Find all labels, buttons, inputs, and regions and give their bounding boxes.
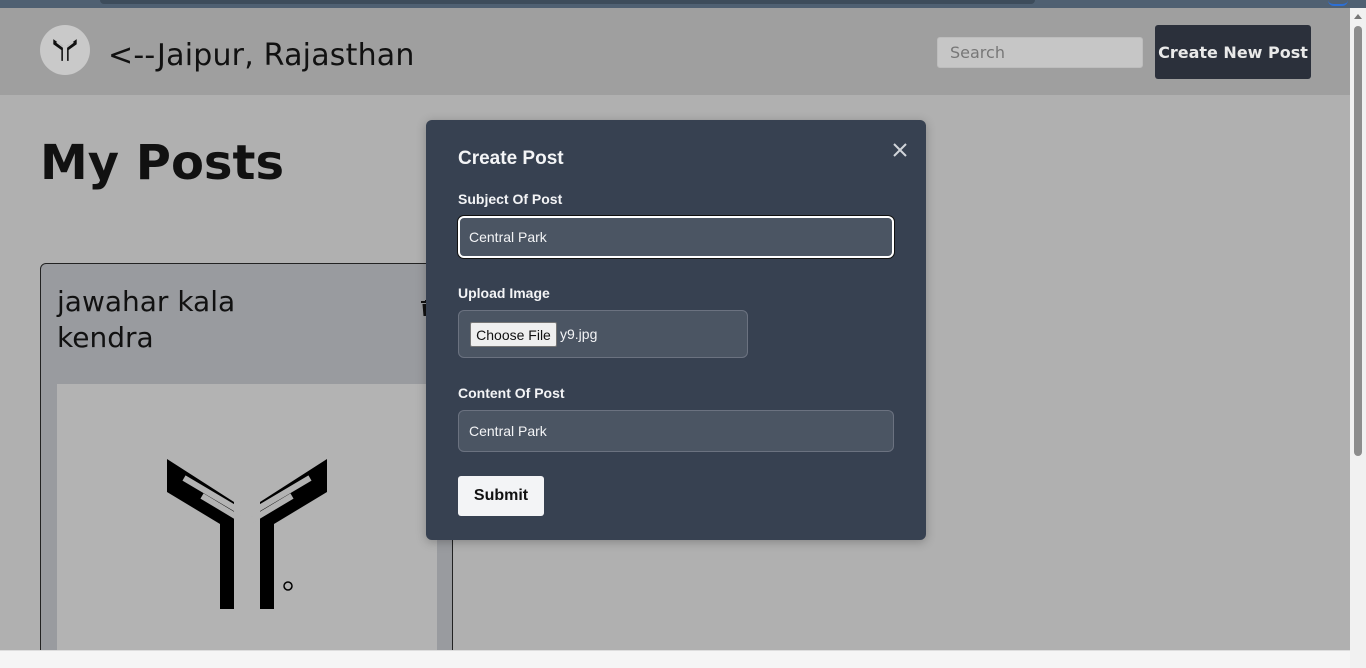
post-title: jawahar kala kendra: [57, 285, 236, 354]
scrollbar[interactable]: [1350, 8, 1366, 668]
post-card[interactable]: jawahar kala kendra: [40, 263, 453, 668]
page-title: My Posts: [40, 135, 285, 191]
browser-top-strip: [0, 0, 1366, 8]
content-input[interactable]: Central Park: [458, 410, 894, 452]
location-text: <--Jaipur, Rajasthan: [108, 38, 415, 73]
selected-file-name: y9.jpg: [560, 326, 598, 342]
navbar: <--Jaipur, Rajasthan Search Create New P…: [0, 8, 1350, 95]
ymca-logo-icon: [167, 459, 327, 609]
modal-title: Create Post: [458, 148, 564, 169]
browser-bottom-bar: [0, 650, 1350, 668]
close-icon[interactable]: [890, 140, 910, 160]
browser-address-edge: [100, 0, 1035, 4]
search-input[interactable]: Search: [937, 37, 1143, 68]
submit-button[interactable]: Submit: [458, 476, 544, 516]
create-post-modal: Create Post Subject Of Post Central Park…: [426, 120, 926, 540]
ymca-logo-icon[interactable]: [40, 25, 90, 75]
post-image: [57, 384, 437, 668]
subject-label: Subject Of Post: [458, 191, 563, 207]
subject-input[interactable]: Central Park: [458, 216, 894, 258]
file-upload-field: Choose File y9.jpg: [458, 310, 748, 358]
choose-file-button[interactable]: Choose File: [470, 322, 557, 347]
scrollbar-thumb[interactable]: [1354, 26, 1362, 456]
create-new-post-button[interactable]: Create New Post: [1155, 25, 1311, 79]
scroll-up-arrow-icon[interactable]: [1354, 14, 1362, 19]
upload-image-label: Upload Image: [458, 285, 550, 301]
browser-extension-icon[interactable]: [1328, 0, 1348, 6]
content-label: Content Of Post: [458, 385, 565, 401]
